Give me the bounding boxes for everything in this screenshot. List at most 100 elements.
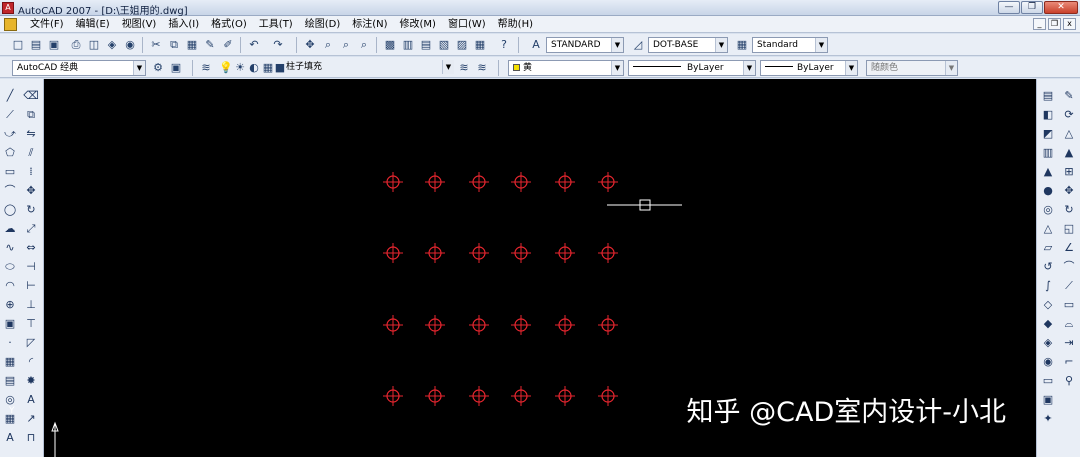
column-marker[interactable] <box>425 386 445 406</box>
loft-icon[interactable]: ◇ <box>1039 296 1057 314</box>
leader-icon[interactable]: ↗ <box>22 410 40 428</box>
tool-palettes-icon[interactable]: ▤ <box>418 37 434 53</box>
scale-icon[interactable]: ⤢ <box>22 220 40 238</box>
calculator-icon[interactable]: ▦ <box>472 37 488 53</box>
column-marker[interactable] <box>425 243 445 263</box>
insert-block-icon[interactable]: ⊕ <box>1 296 19 314</box>
pencil-icon[interactable]: ✎ <box>1060 87 1078 105</box>
block-editor-icon[interactable]: ✐ <box>220 37 236 53</box>
lineweight-select[interactable]: ByLayer ▼ <box>760 60 858 76</box>
menu-view[interactable]: 视图(V) <box>116 18 163 31</box>
offset-icon[interactable]: ⫽ <box>22 144 40 162</box>
markup-icon[interactable]: ▨ <box>454 37 470 53</box>
properties-icon[interactable]: ▩ <box>382 37 398 53</box>
column-marker[interactable] <box>383 243 403 263</box>
copy-icon[interactable]: ⧉ <box>166 37 182 53</box>
arc-icon[interactable]: ⌒ <box>1 182 19 200</box>
plot-preview-icon[interactable]: ◫ <box>86 37 102 53</box>
plotstyle-select[interactable]: 随颜色 ▼ <box>866 60 958 76</box>
autocad-app-icon[interactable]: A <box>2 2 14 14</box>
menu-file[interactable]: 文件(F) <box>24 18 70 31</box>
sweep-icon[interactable]: ∫ <box>1039 277 1057 295</box>
pan-icon[interactable]: ✥ <box>302 37 318 53</box>
menu-format[interactable]: 格式(O) <box>205 18 253 31</box>
dim-style-select[interactable]: DOT-BASE ▼ <box>648 37 728 53</box>
align-icon[interactable]: ◱ <box>1060 220 1078 238</box>
extend-icon[interactable]: ⊢ <box>22 277 40 295</box>
zoom-previous-icon[interactable]: ⌕ <box>356 37 372 53</box>
erase-icon[interactable]: ⌫ <box>22 87 40 105</box>
circle-icon[interactable]: ◯ <box>1 201 19 219</box>
render-icon[interactable]: ▣ <box>1039 391 1057 409</box>
open-file-icon[interactable]: ▤ <box>28 37 44 53</box>
workspace-save-icon[interactable]: ▣ <box>168 60 184 76</box>
match-properties-icon[interactable]: ✎ <box>202 37 218 53</box>
menu-help[interactable]: 帮助(H) <box>492 18 539 31</box>
doc-minimize-button[interactable]: _ <box>1033 18 1046 30</box>
union-icon[interactable]: ◆ <box>1039 315 1057 333</box>
close-button[interactable]: ✕ <box>1044 1 1078 14</box>
dim-continue-icon[interactable]: ⇥ <box>1060 334 1078 352</box>
text-style-select[interactable]: STANDARD ▼ <box>546 37 624 53</box>
subtract-icon[interactable]: ◈ <box>1039 334 1057 352</box>
help-icon[interactable]: ? <box>496 37 512 53</box>
cylinder-icon[interactable]: ▥ <box>1039 144 1057 162</box>
dim-arc-icon[interactable]: ⌓ <box>1060 315 1078 333</box>
dim-box-icon[interactable]: ▭ <box>1060 296 1078 314</box>
triangle-icon[interactable]: △ <box>1060 125 1078 143</box>
workspace-settings-icon[interactable]: ⚙ <box>150 60 166 76</box>
redo-icon[interactable]: ↷ <box>270 37 286 53</box>
column-marker[interactable] <box>598 243 618 263</box>
restore-button[interactable]: ❐ <box>1021 1 1043 14</box>
cut-icon[interactable]: ✂ <box>148 37 164 53</box>
polyline-icon[interactable]: ⤻ <box>1 125 19 143</box>
rectangle-icon[interactable]: ▭ <box>1 163 19 181</box>
light-icon[interactable]: ✦ <box>1039 410 1057 428</box>
spline-icon[interactable]: ∿ <box>1 239 19 257</box>
gradient-icon[interactable]: ▤ <box>1 372 19 390</box>
column-marker[interactable] <box>425 172 445 192</box>
dim-linear-icon[interactable]: ⊓ <box>22 429 40 447</box>
column-marker[interactable] <box>425 315 445 335</box>
column-marker[interactable] <box>511 172 531 192</box>
text-style-icon[interactable]: A <box>528 37 544 53</box>
section-icon[interactable]: ▭ <box>1039 372 1057 390</box>
copy-object-icon[interactable]: ⧉ <box>22 106 40 124</box>
column-marker[interactable] <box>469 243 489 263</box>
mirror-icon[interactable]: ⇋ <box>22 125 40 143</box>
new-file-icon[interactable]: □ <box>10 37 26 53</box>
make-layer-current-icon[interactable]: ≋ <box>456 60 472 76</box>
column-marker[interactable] <box>598 172 618 192</box>
wedge-icon[interactable]: ◩ <box>1039 125 1057 143</box>
column-marker[interactable] <box>555 172 575 192</box>
dim-style-icon[interactable]: ◿ <box>630 37 646 53</box>
layer-manager-icon[interactable]: ▤ <box>1039 87 1057 105</box>
column-marker[interactable] <box>511 386 531 406</box>
menu-dimension[interactable]: 标注(N) <box>346 18 393 31</box>
3d-publish-icon[interactable]: ◉ <box>122 37 138 53</box>
layer-properties-icon[interactable]: ≋ <box>198 60 214 76</box>
pyramid-icon[interactable]: △ <box>1039 220 1057 238</box>
column-marker[interactable] <box>511 243 531 263</box>
linetype-select[interactable]: ByLayer ▼ <box>628 60 756 76</box>
table-style-select[interactable]: Standard ▼ <box>752 37 828 53</box>
dim-aligned-icon[interactable]: ⟋ <box>1060 277 1078 295</box>
menu-tools[interactable]: 工具(T) <box>253 18 299 31</box>
orbit-icon[interactable]: ⟳ <box>1060 106 1078 124</box>
sphere-icon[interactable]: ● <box>1039 182 1057 200</box>
point-icon[interactable]: · <box>1 334 19 352</box>
trim-icon[interactable]: ⊣ <box>22 258 40 276</box>
intersect-icon[interactable]: ◉ <box>1039 353 1057 371</box>
move-icon[interactable]: ✥ <box>22 182 40 200</box>
doc-close-button[interactable]: x <box>1063 18 1076 30</box>
polygon-icon[interactable]: ⬠ <box>1 144 19 162</box>
print-icon[interactable]: ⎙ <box>68 37 84 53</box>
column-marker[interactable] <box>383 315 403 335</box>
column-marker[interactable] <box>469 315 489 335</box>
make-block-icon[interactable]: ▣ <box>1 315 19 333</box>
revolve-icon[interactable]: ↺ <box>1039 258 1057 276</box>
column-marker[interactable] <box>511 315 531 335</box>
menu-window[interactable]: 窗口(W) <box>442 18 492 31</box>
column-marker[interactable] <box>598 315 618 335</box>
shade-icon[interactable]: ▲ <box>1060 144 1078 162</box>
